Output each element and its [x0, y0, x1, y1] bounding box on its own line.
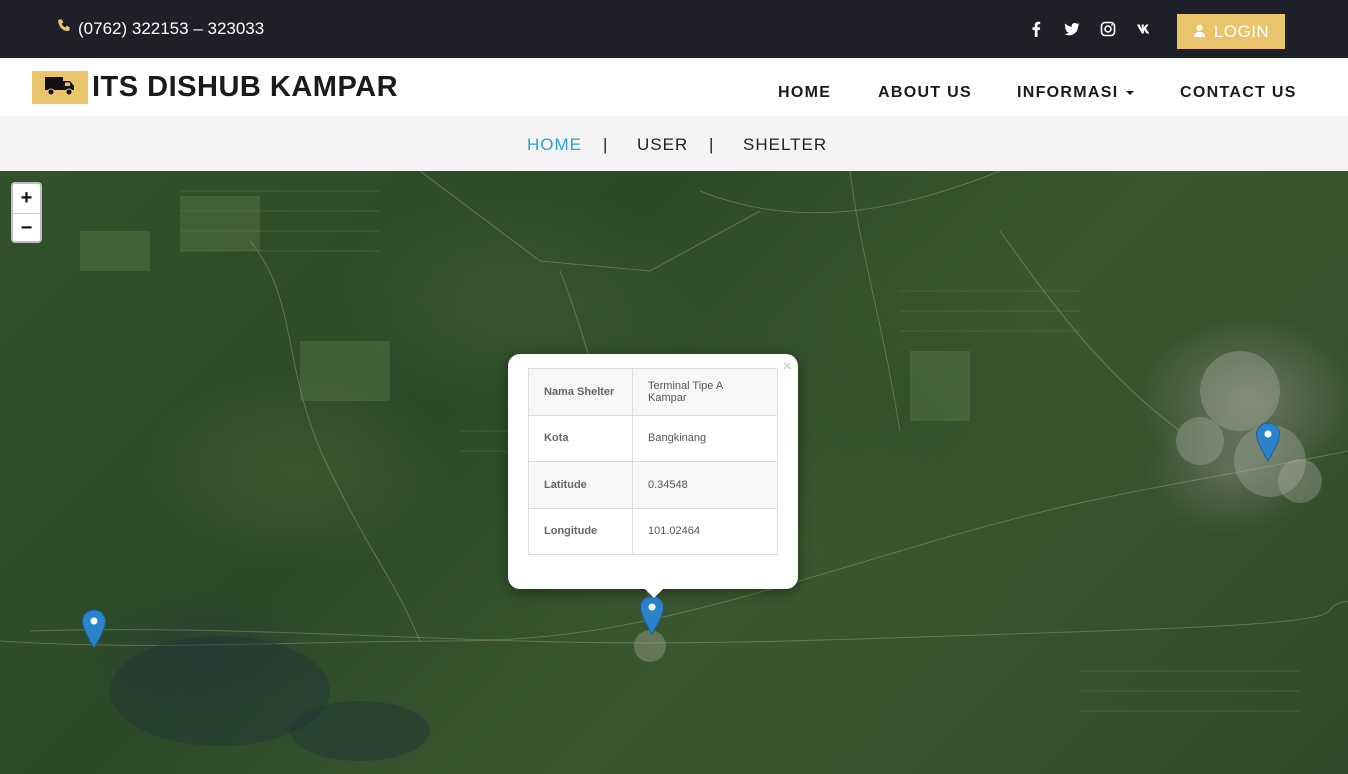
twitter-icon[interactable] [1062, 18, 1082, 40]
map-marker-icon[interactable] [81, 609, 107, 649]
shelter-info-table: Nama Shelter Terminal Tipe A Kampar Kota… [528, 368, 778, 555]
sub-nav: HOME | USER | SHELTER [0, 116, 1348, 171]
row-key: Longitude [528, 507, 633, 555]
login-button[interactable]: LOGIN [1177, 14, 1285, 49]
subnav-shelter[interactable]: SHELTER [743, 135, 827, 155]
row-value: 0.34548 [632, 461, 778, 509]
table-row: Latitude 0.34548 [528, 461, 778, 509]
nav-informasi[interactable]: INFORMASI [1017, 84, 1135, 102]
instagram-icon[interactable] [1098, 18, 1118, 40]
satellite-map[interactable]: + − × Nama Shelter Terminal Tipe A Kampa… [0, 171, 1348, 774]
phone-contact: (0762) 322153 – 323033 [56, 18, 264, 39]
main-header: ITS DISHUB KAMPAR HOME ABOUT US INFORMAS… [0, 58, 1348, 116]
map-marker-icon[interactable] [639, 595, 665, 635]
social-links [1026, 18, 1154, 40]
row-value: Bangkinang [632, 414, 778, 462]
zoom-in-button[interactable]: + [13, 184, 40, 213]
table-row: Nama Shelter Terminal Tipe A Kampar [528, 368, 778, 416]
popup-close-button[interactable]: × [783, 358, 792, 376]
nav-home[interactable]: HOME [778, 84, 831, 102]
row-key: Latitude [528, 461, 633, 509]
caret-down-icon [1126, 91, 1135, 95]
subnav-home[interactable]: HOME [527, 135, 582, 155]
row-key: Kota [528, 414, 633, 462]
shelter-popup: × Nama Shelter Terminal Tipe A Kampar Ko… [508, 354, 798, 589]
zoom-out-button[interactable]: − [13, 213, 40, 241]
popup-tip [643, 587, 665, 598]
nav-contact-us[interactable]: CONTACT US [1180, 84, 1297, 102]
table-row: Longitude 101.02464 [528, 507, 778, 555]
facebook-icon[interactable] [1026, 18, 1046, 40]
nav-informasi-label: INFORMASI [1017, 84, 1119, 101]
phone-icon [56, 18, 72, 39]
row-value: Terminal Tipe A Kampar [632, 368, 778, 416]
vk-icon[interactable] [1134, 18, 1154, 40]
subnav-user[interactable]: USER [637, 135, 688, 155]
main-nav: HOME ABOUT US INFORMASI CONTACT US [0, 84, 1348, 104]
top-bar: (0762) 322153 – 323033 LOGIN [0, 0, 1348, 58]
row-value: 101.02464 [632, 507, 778, 555]
subnav-separator: | [603, 135, 608, 154]
map-marker-icon[interactable] [1255, 422, 1281, 462]
login-label: LOGIN [1213, 21, 1270, 41]
user-icon [1193, 22, 1206, 42]
zoom-control: + − [11, 182, 42, 243]
row-key: Nama Shelter [528, 368, 633, 416]
phone-number: (0762) 322153 – 323033 [78, 18, 265, 38]
nav-about-us[interactable]: ABOUT US [878, 84, 972, 102]
table-row: Kota Bangkinang [528, 414, 778, 462]
subnav-separator: | [709, 135, 714, 154]
